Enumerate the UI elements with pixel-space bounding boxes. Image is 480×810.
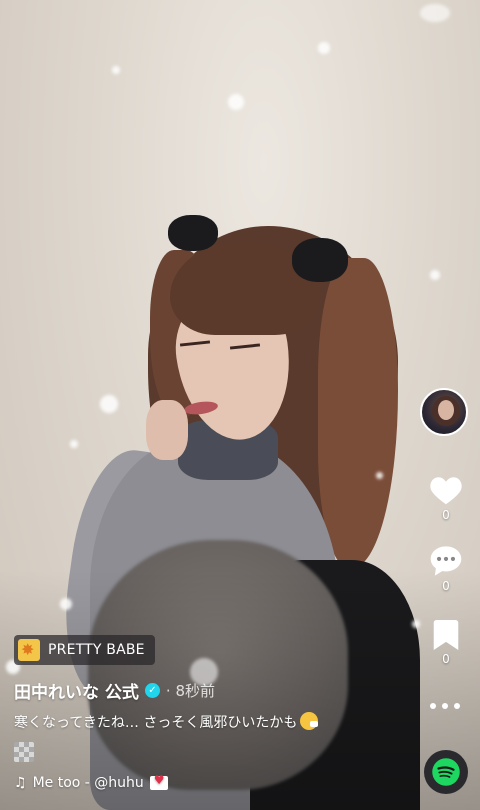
sparkle — [412, 620, 420, 628]
hand — [146, 400, 188, 460]
comment-button[interactable]: 0 — [420, 545, 472, 593]
like-button[interactable]: 0 — [420, 474, 472, 522]
music-row[interactable]: ♫ Me too - @huhu — [14, 773, 168, 791]
more-dots-icon[interactable] — [430, 700, 460, 712]
hair-bow — [168, 215, 218, 251]
spotify-icon — [432, 758, 460, 786]
attached-image-thumbnail[interactable] — [14, 742, 34, 762]
ponytail-right — [318, 258, 398, 568]
verified-check-icon: ✓ — [144, 683, 160, 698]
music-service-button[interactable] — [424, 750, 468, 794]
sparkle — [318, 42, 330, 54]
avatar-face — [438, 400, 454, 420]
comment-count: 0 — [442, 579, 450, 593]
sparkle — [228, 94, 244, 110]
like-count: 0 — [442, 508, 450, 522]
sneezing-face-icon — [300, 712, 319, 730]
sparkle — [376, 472, 383, 479]
sparkle — [420, 4, 450, 22]
sparkle — [70, 440, 78, 448]
creator-avatar[interactable] — [420, 388, 468, 436]
effect-icon — [18, 639, 40, 661]
sparkle — [60, 598, 72, 610]
sparkle — [100, 395, 118, 413]
effect-name: PRETTY BABE — [48, 642, 145, 658]
post-time: · 8秒前 — [165, 682, 216, 700]
username[interactable]: 田中れいな 公式 — [14, 678, 139, 703]
bookmark-icon — [433, 620, 459, 650]
sparkle — [430, 270, 440, 280]
heart-icon — [430, 477, 462, 505]
save-button[interactable]: 0 — [420, 620, 472, 666]
comment-bubble-icon — [430, 546, 462, 576]
author-row: 田中れいな 公式 ✓ · 8秒前 — [14, 678, 215, 703]
caption[interactable]: 寒くなってきたね… さっそく風邪ひいたかも — [14, 712, 319, 732]
effect-badge[interactable]: PRETTY BABE — [14, 635, 155, 665]
heart-letter-icon — [149, 773, 168, 790]
save-count: 0 — [442, 652, 450, 666]
music-note-icon: ♫ — [14, 775, 27, 791]
hair-bow — [292, 238, 348, 282]
music-title: Me too - @huhu — [32, 775, 144, 791]
caption-text: 寒くなってきたね… さっそく風邪ひいたかも — [14, 715, 298, 731]
sparkle — [112, 66, 120, 74]
